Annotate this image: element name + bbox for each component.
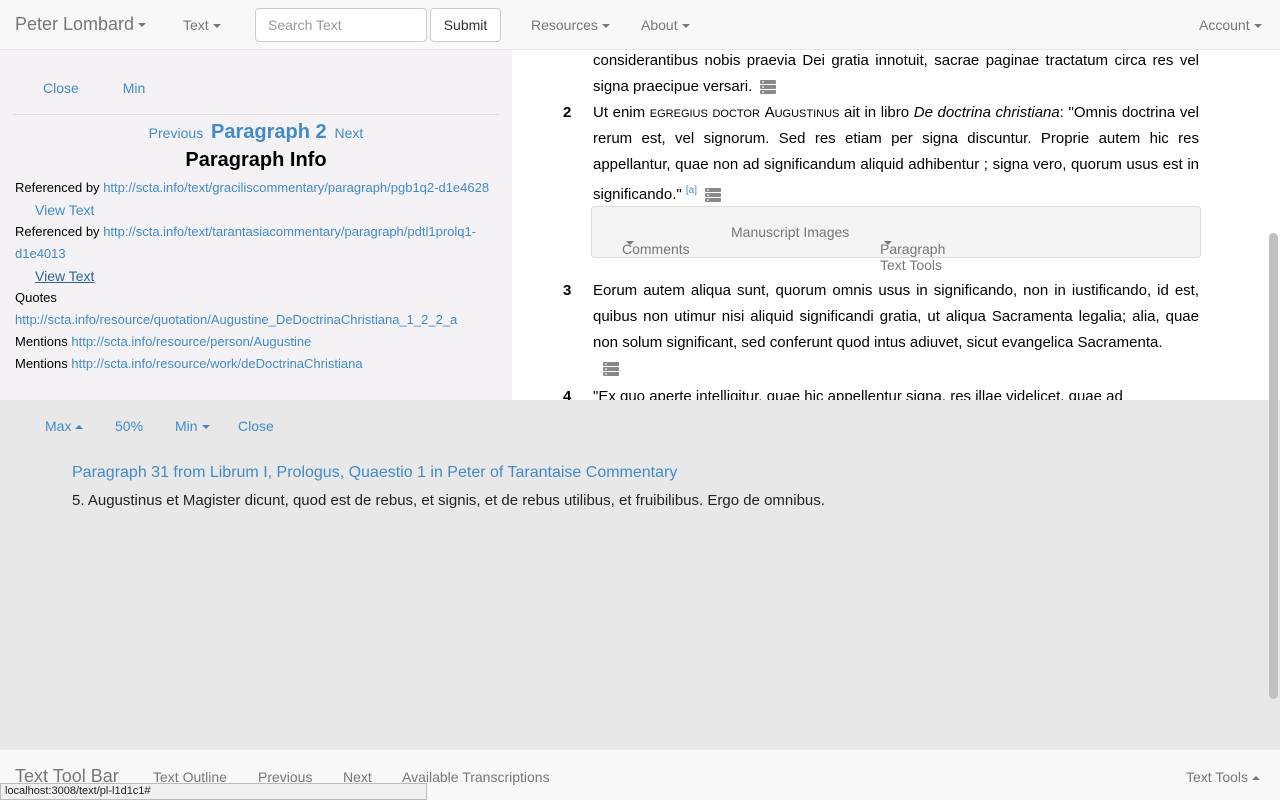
search-input[interactable] bbox=[255, 8, 427, 42]
top-navbar: Peter Lombard Text Submit Resources Abou… bbox=[0, 0, 1280, 50]
chevron-down-icon bbox=[601, 24, 610, 29]
paragraph-2: Ut enim egregius doctor Augustinus ait i… bbox=[593, 100, 1199, 208]
related-paragraph-link[interactable]: Paragraph 31 from Librum I, Prologus, Qu… bbox=[72, 464, 677, 482]
small-caps-text: Augustinus bbox=[764, 104, 840, 121]
chevron-down-icon bbox=[201, 425, 210, 430]
chevron-down-icon bbox=[212, 24, 221, 29]
related-paragraph-text: 5. Augustinus et Magister dicunt, quod e… bbox=[72, 492, 825, 509]
italic-title: De doctrina christiana bbox=[913, 104, 1060, 121]
account-menu-label: Account bbox=[1199, 17, 1250, 33]
text-menu[interactable]: Text bbox=[183, 17, 221, 33]
resources-menu-label: Resources bbox=[531, 17, 598, 33]
quotes-label: Quotes bbox=[15, 290, 57, 305]
list-item: Mentions http://scta.info/resource/work/… bbox=[15, 353, 505, 375]
small-caps-text: egregius doctor bbox=[649, 104, 760, 121]
previous-paragraph-link[interactable]: Previous bbox=[149, 125, 203, 141]
min-label: Min bbox=[175, 418, 198, 434]
panel-controls: Close Min bbox=[43, 80, 185, 96]
list-item: Referenced by http://scta.info/text/tara… bbox=[15, 221, 505, 265]
chevron-up-icon bbox=[75, 425, 84, 430]
about-menu-label: About bbox=[641, 17, 678, 33]
paragraph-1: considerantibus nobis praevia Dei gratia… bbox=[593, 50, 1199, 100]
related-text-panel: Max 50% Min Close Paragraph 31 from Libr… bbox=[0, 400, 1280, 749]
brand-menu[interactable]: Peter Lombard bbox=[15, 14, 147, 35]
reference-link[interactable]: http://scta.info/text/graciliscommentary… bbox=[103, 180, 489, 195]
text-tools-menu[interactable]: Text Tools bbox=[1186, 769, 1260, 785]
chevron-down-icon bbox=[884, 241, 892, 245]
chevron-down-icon bbox=[626, 241, 634, 245]
paragraph-number: 4 bbox=[563, 388, 572, 400]
list-item: Mentions http://scta.info/resource/perso… bbox=[15, 331, 505, 353]
paragraph-text: considerantibus nobis praevia Dei gratia… bbox=[593, 52, 1199, 95]
paragraph-4: "Ex quo aperte intelligitur, quae hic ap… bbox=[593, 388, 1123, 400]
max-button[interactable]: Max bbox=[45, 418, 84, 434]
chevron-down-icon bbox=[1253, 24, 1262, 29]
submit-button[interactable]: Submit bbox=[430, 8, 501, 42]
view-text-link[interactable]: View Text bbox=[15, 199, 505, 221]
footnote-link[interactable]: [a] bbox=[686, 185, 697, 196]
text-reading-panel: considerantibus nobis praevia Dei gratia… bbox=[512, 50, 1280, 400]
chevron-down-icon bbox=[138, 23, 147, 28]
quotation-link[interactable]: http://scta.info/resource/quotation/Augu… bbox=[15, 312, 457, 327]
paragraph-number: 2 bbox=[563, 104, 572, 121]
database-icon[interactable] bbox=[760, 80, 777, 95]
referenced-by-label: Referenced by bbox=[15, 180, 100, 195]
panel-title: Paragraph Info bbox=[185, 149, 327, 171]
close-button[interactable]: Close bbox=[43, 80, 79, 96]
chevron-down-icon bbox=[681, 24, 690, 29]
next-paragraph-link[interactable]: Next bbox=[335, 125, 364, 141]
status-bar-url: localhost:3008/text/pl-l1d1c1# bbox=[0, 783, 427, 800]
manuscript-images-button[interactable]: Manuscript Images bbox=[731, 224, 849, 240]
paragraph-info-panel: Close Min Previous Paragraph 2 Next Para… bbox=[0, 50, 512, 400]
account-menu[interactable]: Account bbox=[1199, 17, 1262, 33]
list-item: Referenced by http://scta.info/text/grac… bbox=[15, 177, 505, 199]
min-button[interactable]: Min bbox=[123, 80, 146, 96]
paragraph-3: Eorum autem aliqua sunt, quorum omnis us… bbox=[593, 278, 1199, 382]
mention-link[interactable]: http://scta.info/resource/work/deDoctrin… bbox=[71, 356, 362, 371]
mentions-label: Mentions bbox=[15, 356, 68, 371]
text-tools-label: Text Tools bbox=[1186, 769, 1248, 785]
database-icon[interactable] bbox=[603, 362, 619, 377]
database-icon[interactable] bbox=[705, 188, 722, 203]
paragraph-navigation: Previous Paragraph 2 Next bbox=[0, 121, 512, 144]
mentions-label: Mentions bbox=[15, 334, 68, 349]
view-text-link[interactable]: View Text bbox=[15, 265, 505, 287]
max-label: Max bbox=[45, 418, 72, 434]
paragraph-text: ait in libro bbox=[839, 104, 914, 121]
paragraph-number: 3 bbox=[563, 282, 572, 299]
min-menu[interactable]: Min bbox=[175, 418, 210, 434]
about-menu[interactable]: About bbox=[641, 17, 690, 33]
text-menu-label: Text bbox=[183, 17, 209, 33]
resources-menu[interactable]: Resources bbox=[531, 17, 610, 33]
chevron-up-icon bbox=[1252, 776, 1260, 781]
close-button[interactable]: Close bbox=[238, 418, 274, 434]
paragraph-tool-bar: Comments Manuscript Images Paragraph Tex… bbox=[591, 206, 1201, 273]
referenced-by-label: Referenced by bbox=[15, 224, 100, 239]
paragraph-text: Eorum autem aliqua sunt, quorum omnis us… bbox=[593, 282, 1199, 351]
paragraph-text-tools-label: Paragraph Text Tools bbox=[880, 241, 946, 273]
divider bbox=[13, 114, 499, 115]
paragraph-text: Ut enim bbox=[593, 104, 650, 121]
list-item: http://scta.info/resource/quotation/Augu… bbox=[15, 309, 505, 331]
brand-label: Peter Lombard bbox=[15, 14, 135, 34]
info-list: Referenced by http://scta.info/text/grac… bbox=[15, 177, 505, 375]
mention-link[interactable]: http://scta.info/resource/person/Augusti… bbox=[71, 334, 311, 349]
scrollbar[interactable] bbox=[1269, 233, 1278, 699]
current-paragraph-label[interactable]: Paragraph 2 bbox=[211, 121, 327, 143]
half-size-button[interactable]: 50% bbox=[115, 418, 143, 434]
